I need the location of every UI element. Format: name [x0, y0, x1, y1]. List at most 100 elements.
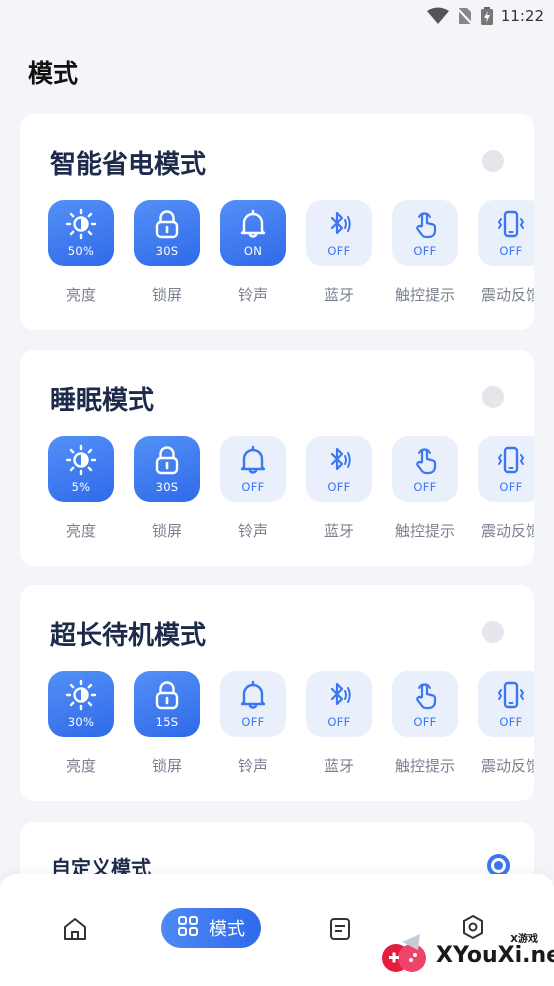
- tile-bell: ON 铃声: [220, 200, 286, 305]
- tile-label: 震动反馈: [480, 757, 534, 775]
- tile-label: 蓝牙: [323, 286, 354, 304]
- setting-tile-button[interactable]: 30%: [48, 671, 114, 737]
- mode-radio[interactable]: [482, 386, 504, 408]
- bell-icon: [237, 444, 269, 476]
- setting-tile-button[interactable]: OFF: [478, 200, 534, 266]
- nav-home-icon[interactable]: [62, 916, 88, 942]
- bluetooth-icon: [323, 444, 355, 476]
- tile-label: 触控提示: [394, 522, 455, 540]
- tile-bluetooth: OFF 蓝牙: [306, 436, 372, 541]
- tile-value: OFF: [413, 244, 437, 258]
- bluetooth-icon: [323, 208, 355, 240]
- tile-value: 30S: [155, 244, 179, 258]
- page: 11:22 模式 智能省电模式 50% 亮度 30S 锁屏 ON 铃声 OFF 蓝牙 OFF 触控…: [0, 0, 554, 986]
- tile-label: 锁屏: [151, 757, 182, 775]
- tile-value: OFF: [327, 244, 351, 258]
- vibrate-icon: [495, 679, 527, 711]
- tile-brightness: 5% 亮度: [48, 436, 114, 541]
- setting-tile-button[interactable]: OFF: [478, 671, 534, 737]
- tile-touch: OFF 触控提示: [392, 200, 458, 305]
- mode-title: 智能省电模式: [50, 150, 207, 180]
- watermark-small: X游戏: [510, 934, 538, 945]
- vibrate-icon: [495, 444, 527, 476]
- setting-tile-button[interactable]: OFF: [392, 200, 458, 266]
- bell-icon: [237, 208, 269, 240]
- tile-brightness: 30% 亮度: [48, 671, 114, 776]
- setting-tile-button[interactable]: OFF: [306, 200, 372, 266]
- tile-value: OFF: [413, 715, 437, 729]
- setting-tile-button[interactable]: 30S: [134, 436, 200, 502]
- setting-tile-button[interactable]: 5%: [48, 436, 114, 502]
- brightness-icon: [65, 208, 97, 240]
- tile-touch: OFF 触控提示: [392, 436, 458, 541]
- setting-tile-button[interactable]: 15S: [134, 671, 200, 737]
- tile-value: OFF: [499, 715, 523, 729]
- tile-value: OFF: [499, 480, 523, 494]
- gamepad-logo-icon: [380, 928, 430, 982]
- setting-tile-button[interactable]: 50%: [48, 200, 114, 266]
- setting-tile-button[interactable]: OFF: [306, 671, 372, 737]
- setting-tile-button[interactable]: 30S: [134, 200, 200, 266]
- page-title: 模式: [28, 59, 79, 88]
- setting-tile-button[interactable]: ON: [220, 200, 286, 266]
- tile-label: 锁屏: [151, 286, 182, 304]
- nav-mode-button[interactable]: 模式: [161, 908, 261, 948]
- tile-label: 震动反馈: [480, 522, 534, 540]
- touch-icon: [409, 679, 441, 711]
- lock-icon: [151, 679, 183, 711]
- brightness-icon: [65, 444, 97, 476]
- status-time: 11:22: [500, 7, 544, 25]
- setting-tile-button[interactable]: OFF: [392, 436, 458, 502]
- tile-bell: OFF 铃声: [220, 436, 286, 541]
- tile-bell: OFF 铃声: [220, 671, 286, 776]
- mode-radio[interactable]: [482, 621, 504, 643]
- tile-lock: 15S 锁屏: [134, 671, 200, 776]
- tile-lock: 30S 锁屏: [134, 436, 200, 541]
- tile-label: 铃声: [237, 522, 268, 540]
- tile-value: OFF: [327, 480, 351, 494]
- lock-icon: [151, 208, 183, 240]
- setting-tile-button[interactable]: OFF: [220, 436, 286, 502]
- setting-tile-button[interactable]: OFF: [306, 436, 372, 502]
- tile-vibrate: OFF 震动反馈: [478, 200, 534, 305]
- tile-value: OFF: [413, 480, 437, 494]
- lock-icon: [151, 444, 183, 476]
- tile-label: 铃声: [237, 757, 268, 775]
- status-bar: 11:22: [0, 0, 554, 32]
- tile-label: 亮度: [65, 286, 96, 304]
- tile-value: ON: [243, 244, 263, 258]
- touch-icon: [409, 208, 441, 240]
- watermark: XYouXi.net X游戏: [380, 924, 554, 986]
- watermark-text: XYouXi.net: [436, 942, 554, 968]
- tile-vibrate: OFF 震动反馈: [478, 671, 534, 776]
- nav-document-icon[interactable]: [327, 916, 353, 942]
- tile-lock: 30S 锁屏: [134, 200, 200, 305]
- tile-label: 锁屏: [151, 522, 182, 540]
- tile-value: 30%: [67, 715, 95, 729]
- mode-card-long-standby[interactable]: 超长待机模式 30% 亮度 15S 锁屏 OFF 铃声 OFF 蓝牙 OFF 触控提示 OFF 震动反…: [20, 585, 534, 801]
- wifi-icon: [426, 7, 449, 25]
- tile-touch: OFF 触控提示: [392, 671, 458, 776]
- setting-tile-button[interactable]: OFF: [478, 436, 534, 502]
- battery-icon: [480, 7, 493, 25]
- mode-radio[interactable]: [482, 150, 504, 172]
- grid-icon: [177, 915, 199, 942]
- mode-title: 睡眠模式: [50, 386, 155, 416]
- mode-tiles: 5% 亮度 30S 锁屏 OFF 铃声 OFF 蓝牙 OFF 触控提示 OFF 震动反馈: [48, 436, 534, 541]
- tile-value: 5%: [71, 480, 91, 494]
- mode-card-smart-saving[interactable]: 智能省电模式 50% 亮度 30S 锁屏 ON 铃声 OFF 蓝牙 OFF 触控提示 OFF 震动反馈: [20, 114, 534, 330]
- setting-tile-button[interactable]: OFF: [220, 671, 286, 737]
- mode-card-sleep[interactable]: 睡眠模式 5% 亮度 30S 锁屏 OFF 铃声 OFF 蓝牙 OFF 触控提示 OFF 震动反馈: [20, 350, 534, 566]
- no-sim-icon: [456, 7, 473, 25]
- setting-tile-button[interactable]: OFF: [392, 671, 458, 737]
- tile-value: 30S: [155, 480, 179, 494]
- brightness-icon: [65, 679, 97, 711]
- tile-vibrate: OFF 震动反馈: [478, 436, 534, 541]
- tile-brightness: 50% 亮度: [48, 200, 114, 305]
- touch-icon: [409, 444, 441, 476]
- nav-mode-label: 模式: [209, 919, 245, 940]
- tile-value: OFF: [499, 244, 523, 258]
- tile-label: 亮度: [65, 757, 96, 775]
- bell-icon: [237, 679, 269, 711]
- tile-value: OFF: [241, 480, 265, 494]
